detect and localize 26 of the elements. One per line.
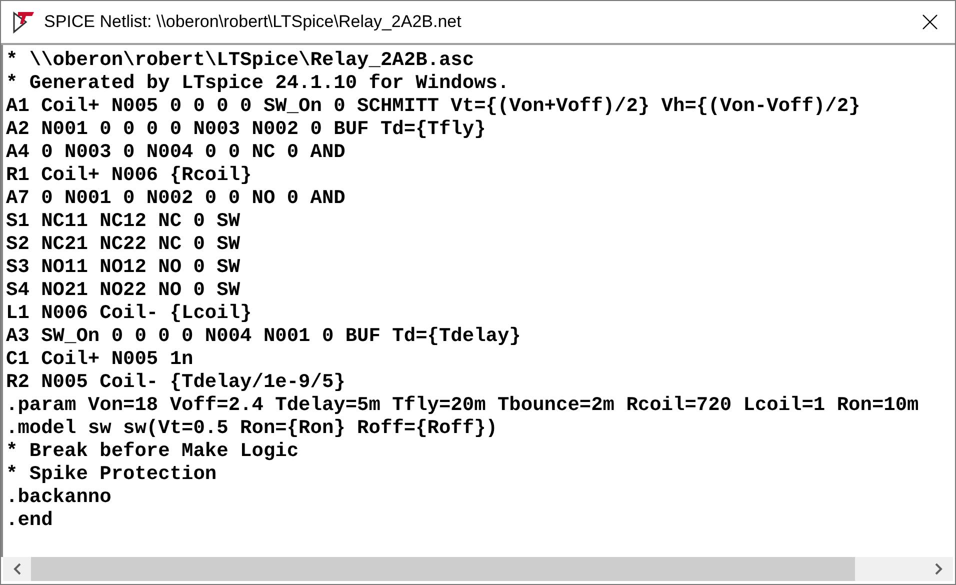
chevron-left-icon <box>13 563 21 575</box>
netlist-line: A7 0 N001 0 N002 0 0 NO 0 AND <box>6 187 346 210</box>
netlist-line: A4 0 N003 0 N004 0 0 NC 0 AND <box>6 141 346 164</box>
netlist-line: R2 N005 Coil- {Tdelay/1e-9/5} <box>6 371 346 394</box>
close-icon <box>922 14 938 30</box>
netlist-line: .end <box>6 509 53 532</box>
netlist-line: C1 Coil+ N005 1n <box>6 348 194 371</box>
window-title: SPICE Netlist: \\oberon\robert\LTSpice\Relay_2A2B.net <box>44 11 462 34</box>
netlist-line: A1 Coil+ N005 0 0 0 0 SW_On 0 SCHMITT Vt={(Von+Voff)/2} Vh={(Von-Voff)/2} <box>6 95 860 118</box>
netlist-line: * Generated by LTspice 24.1.10 for Windows. <box>6 72 510 95</box>
netlist-line: A2 N001 0 0 0 0 N003 N002 0 BUF Td={Tfly} <box>6 118 486 141</box>
netlist-line: * Break before Make Logic <box>6 440 299 463</box>
netlist-line: S2 NC21 NC22 NC 0 SW <box>6 233 240 256</box>
netlist-line: S1 NC11 NC12 NC 0 SW <box>6 210 240 233</box>
netlist-line: S3 NO11 NO12 NO 0 SW <box>6 256 240 279</box>
netlist-line: .backanno <box>6 486 112 509</box>
netlist-line: S4 NO21 NO22 NO 0 SW <box>6 279 240 302</box>
netlist-line: A3 SW_On 0 0 0 0 N004 N001 0 BUF Td={Tdelay} <box>6 325 521 348</box>
chevron-right-icon <box>935 563 943 575</box>
netlist-line: * Spike Protection <box>6 463 217 486</box>
netlist-line: .param Von=18 Voff=2.4 Tdelay=5m Tfly=20m Tbounce=2m Rcoil=720 Lcoil=1 Ron=10m <box>6 394 919 417</box>
netlist-line: * \\oberon\robert\LTSpice\Relay_2A2B.asc <box>6 49 474 72</box>
netlist-line: .model sw sw(Vt=0.5 Ron={Ron} Roff={Roff}) <box>6 417 498 440</box>
netlist-line: L1 N006 Coil- {Lcoil} <box>6 302 252 325</box>
app-logo-icon <box>12 10 36 34</box>
netlist-line: R1 Coil+ N006 {Rcoil} <box>6 164 252 187</box>
